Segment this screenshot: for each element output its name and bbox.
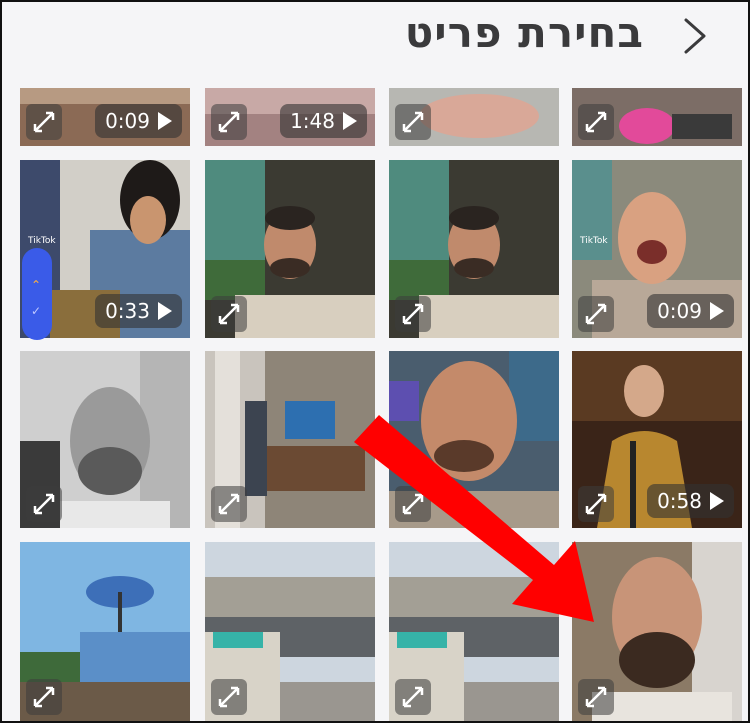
media-tile[interactable] xyxy=(20,351,190,528)
expand-icon[interactable] xyxy=(211,679,247,715)
header-bar: בחירת פריט xyxy=(2,2,748,88)
video-duration: 1:48 xyxy=(280,104,367,138)
expand-icon[interactable] xyxy=(578,679,614,715)
expand-icon[interactable] xyxy=(395,679,431,715)
play-icon xyxy=(158,302,172,320)
media-tile[interactable] xyxy=(20,542,190,721)
play-icon xyxy=(710,302,724,320)
media-tile[interactable] xyxy=(572,542,742,721)
media-tile[interactable]: 0:58 xyxy=(572,351,742,528)
scroll-indicator[interactable]: ⌃ ✓ xyxy=(22,248,52,340)
media-tile[interactable] xyxy=(389,160,559,338)
media-tile[interactable] xyxy=(205,351,375,528)
play-icon xyxy=(710,492,724,510)
back-button[interactable] xyxy=(676,16,712,56)
expand-icon[interactable] xyxy=(26,486,62,522)
expand-icon[interactable] xyxy=(211,104,247,140)
video-duration: 0:09 xyxy=(647,294,734,328)
chevron-up-icon: ⌃ xyxy=(31,278,42,292)
tiktok-watermark: TikTok xyxy=(28,236,56,246)
expand-icon[interactable] xyxy=(395,486,431,522)
video-duration: 0:09 xyxy=(95,104,182,138)
expand-icon[interactable] xyxy=(26,679,62,715)
video-duration: 0:33 xyxy=(95,294,182,328)
expand-icon[interactable] xyxy=(578,486,614,522)
expand-icon[interactable] xyxy=(578,104,614,140)
media-tile[interactable] xyxy=(389,542,559,721)
chevron-down-icon: ✓ xyxy=(31,304,42,318)
page-title: בחירת פריט xyxy=(404,8,644,57)
media-tile[interactable]: TikTok 0:09 xyxy=(572,160,742,338)
play-icon xyxy=(343,112,357,130)
video-duration: 0:58 xyxy=(647,484,734,518)
expand-icon[interactable] xyxy=(211,486,247,522)
play-icon xyxy=(158,112,172,130)
tiktok-watermark: TikTok xyxy=(580,236,608,246)
media-tile[interactable] xyxy=(389,351,559,528)
expand-icon[interactable] xyxy=(395,296,431,332)
media-tile[interactable] xyxy=(205,160,375,338)
chevron-right-icon xyxy=(684,18,706,54)
expand-icon[interactable] xyxy=(26,104,62,140)
expand-icon[interactable] xyxy=(211,296,247,332)
expand-icon[interactable] xyxy=(578,296,614,332)
expand-icon[interactable] xyxy=(395,104,431,140)
media-tile[interactable] xyxy=(205,542,375,721)
media-picker-screen: 0:09 1:48 TikTok 0:33 TikTok 0:09 0:58 ⌃… xyxy=(0,0,750,723)
